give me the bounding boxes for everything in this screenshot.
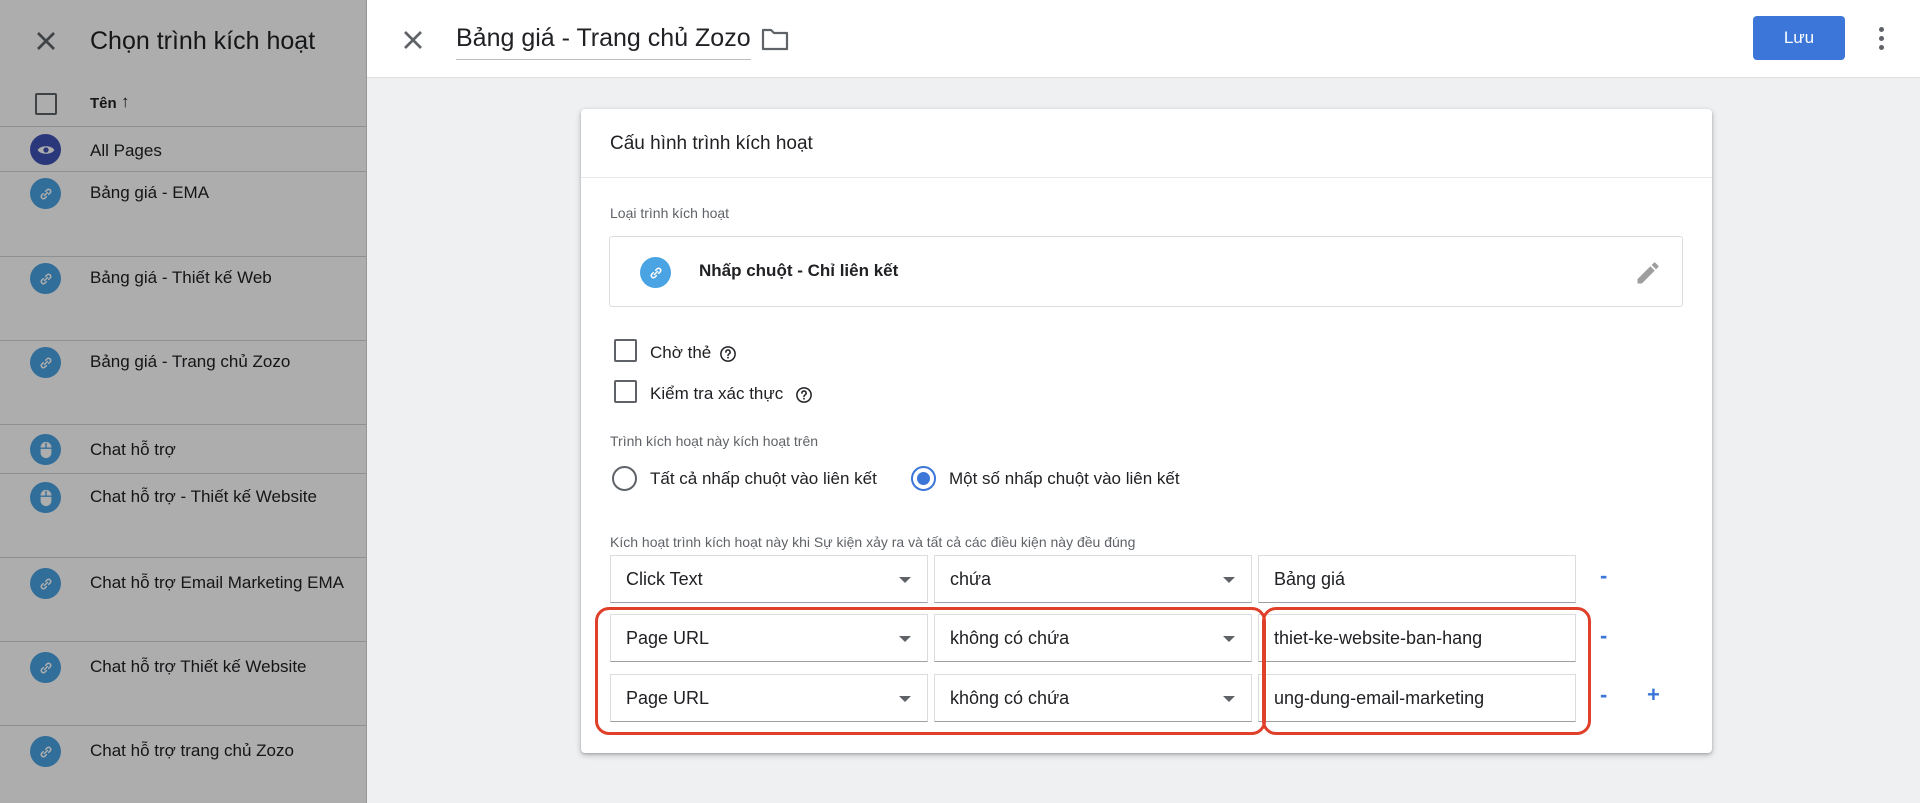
condition-operator-value: không có chứa <box>950 628 1070 648</box>
all-link-clicks-label: Tất cả nhấp chuột vào liên kết <box>650 469 877 488</box>
condition-value-text: Bảng giá <box>1274 569 1346 589</box>
trigger-list-item[interactable]: Chat hỗ trợ <box>0 425 366 474</box>
link-icon <box>30 178 61 209</box>
condition-value-text: ung-dung-email-marketing <box>1274 688 1485 708</box>
dropdown-arrow-icon <box>899 636 911 642</box>
condition-operator-select[interactable]: chứa <box>934 555 1252 603</box>
check-validation-checkbox[interactable] <box>614 380 637 403</box>
trigger-type-label: Loại trình kích hoạt <box>610 205 730 221</box>
tag-name-field[interactable]: Bảng giá - Trang chủ Zozo <box>456 24 751 60</box>
more-vert-icon[interactable] <box>1873 22 1889 54</box>
dropdown-arrow-icon <box>1223 696 1235 702</box>
trigger-list-label: Chat hỗ trợ <box>90 440 176 459</box>
dropdown-arrow-icon <box>899 696 911 702</box>
trigger-list-label: Chat hỗ trợ trang chủ Zozo <box>90 741 294 760</box>
trigger-chooser-panel: Chọn trình kích hoạt Tên ↑ All Pages Bản… <box>0 0 367 803</box>
dropdown-arrow-icon <box>1223 636 1235 642</box>
sort-ascending-icon[interactable]: ↑ <box>121 92 130 112</box>
remove-condition-button[interactable]: - <box>1600 625 1607 647</box>
mouse-icon <box>30 434 61 465</box>
card-title: Cấu hình trình kích hoạt <box>610 133 813 154</box>
trigger-list-label: All Pages <box>90 141 162 160</box>
trigger-list-label: Bảng giá - Trang chủ Zozo <box>90 352 291 371</box>
condition-variable-select[interactable]: Click Text <box>610 555 928 603</box>
remove-condition-button[interactable]: - <box>1600 684 1607 706</box>
trigger-list-header: Tên ↑ <box>0 82 366 127</box>
divider <box>581 177 1712 178</box>
wait-for-tags-checkbox[interactable] <box>614 339 637 362</box>
trigger-list-item[interactable]: Chat hỗ trợ - Thiết kế Website <box>0 474 366 558</box>
close-icon[interactable] <box>30 25 62 57</box>
condition-value-input[interactable]: Bảng giá <box>1258 555 1576 603</box>
condition-operator-value: không có chứa <box>950 688 1070 708</box>
link-icon <box>30 263 61 294</box>
condition-variable-select[interactable]: Page URL <box>610 614 928 662</box>
all-link-clicks-radio[interactable] <box>612 466 637 491</box>
help-icon[interactable] <box>719 345 737 363</box>
dropdown-arrow-icon <box>899 577 911 583</box>
trigger-chooser-title: Chọn trình kích hoạt <box>90 27 316 55</box>
link-icon <box>30 652 61 683</box>
eye-icon <box>30 134 61 165</box>
save-button[interactable]: Lưu <box>1753 16 1845 60</box>
some-link-clicks-label: Một số nhấp chuột vào liên kết <box>949 469 1180 488</box>
condition-operator-value: chứa <box>950 569 992 589</box>
pencil-icon[interactable] <box>1634 259 1662 287</box>
folder-icon[interactable] <box>760 25 790 53</box>
remove-condition-button[interactable]: - <box>1600 565 1607 587</box>
tag-editor-topbar: Bảng giá - Trang chủ Zozo Lưu <box>367 0 1920 78</box>
condition-variable-value: Page URL <box>626 688 710 708</box>
trigger-list-label: Bảng giá - Thiết kế Web <box>90 268 272 287</box>
trigger-list-item[interactable]: Bảng giá - Trang chủ Zozo <box>0 341 366 425</box>
link-icon <box>640 257 671 288</box>
trigger-list-item[interactable]: Chat hỗ trợ Thiết kế Website <box>0 642 366 726</box>
name-column-header[interactable]: Tên <box>90 95 117 112</box>
fire-on-label: Trình kích hoạt này kích hoạt trên <box>610 433 819 449</box>
trigger-config-card: Cấu hình trình kích hoạt Loại trình kích… <box>581 109 1712 753</box>
link-icon <box>30 347 61 378</box>
trigger-list-item[interactable]: Bảng giá - Thiết kế Web <box>0 257 366 341</box>
trigger-chooser-header: Chọn trình kích hoạt <box>0 0 366 82</box>
condition-operator-select[interactable]: không có chứa <box>934 674 1252 722</box>
some-link-clicks-radio[interactable] <box>911 466 936 491</box>
trigger-list-item[interactable]: Chat hỗ trợ trang chủ Zozo <box>0 726 366 803</box>
link-icon <box>30 736 61 767</box>
condition-variable-value: Click Text <box>626 569 703 589</box>
trigger-type-selector[interactable]: Nhấp chuột - Chỉ liên kết <box>609 236 1683 307</box>
dropdown-arrow-icon <box>1223 577 1235 583</box>
condition-value-text: thiet-ke-website-ban-hang <box>1274 628 1483 648</box>
add-condition-button[interactable]: + <box>1647 684 1660 706</box>
link-icon <box>30 568 61 599</box>
trigger-list-label: Chat hỗ trợ - Thiết kế Website <box>90 487 317 506</box>
condition-operator-select[interactable]: không có chứa <box>934 614 1252 662</box>
trigger-list-item[interactable]: Chat hỗ trợ Email Marketing EMA <box>0 558 366 642</box>
mouse-icon <box>30 482 61 513</box>
condition-variable-value: Page URL <box>626 628 710 648</box>
trigger-list-item[interactable]: All Pages <box>0 127 366 172</box>
condition-variable-select[interactable]: Page URL <box>610 674 928 722</box>
trigger-list-label: Chat hỗ trợ Thiết kế Website <box>90 657 307 676</box>
help-icon[interactable] <box>795 386 813 404</box>
close-icon[interactable] <box>397 24 429 56</box>
conditions-label: Kích hoạt trình kích hoạt này khi Sự kiệ… <box>610 534 1136 550</box>
wait-for-tags-label: Chờ thẻ <box>650 343 712 362</box>
select-all-checkbox[interactable] <box>35 93 57 115</box>
trigger-list-item[interactable]: Bảng giá - EMA <box>0 172 366 257</box>
condition-value-input[interactable]: thiet-ke-website-ban-hang <box>1258 614 1576 662</box>
condition-value-input[interactable]: ung-dung-email-marketing <box>1258 674 1576 722</box>
trigger-type-name: Nhấp chuột - Chỉ liên kết <box>699 261 899 280</box>
trigger-list-label: Chat hỗ trợ Email Marketing EMA <box>90 573 344 592</box>
check-validation-label: Kiểm tra xác thực <box>650 384 784 403</box>
trigger-list-label: Bảng giá - EMA <box>90 183 210 202</box>
